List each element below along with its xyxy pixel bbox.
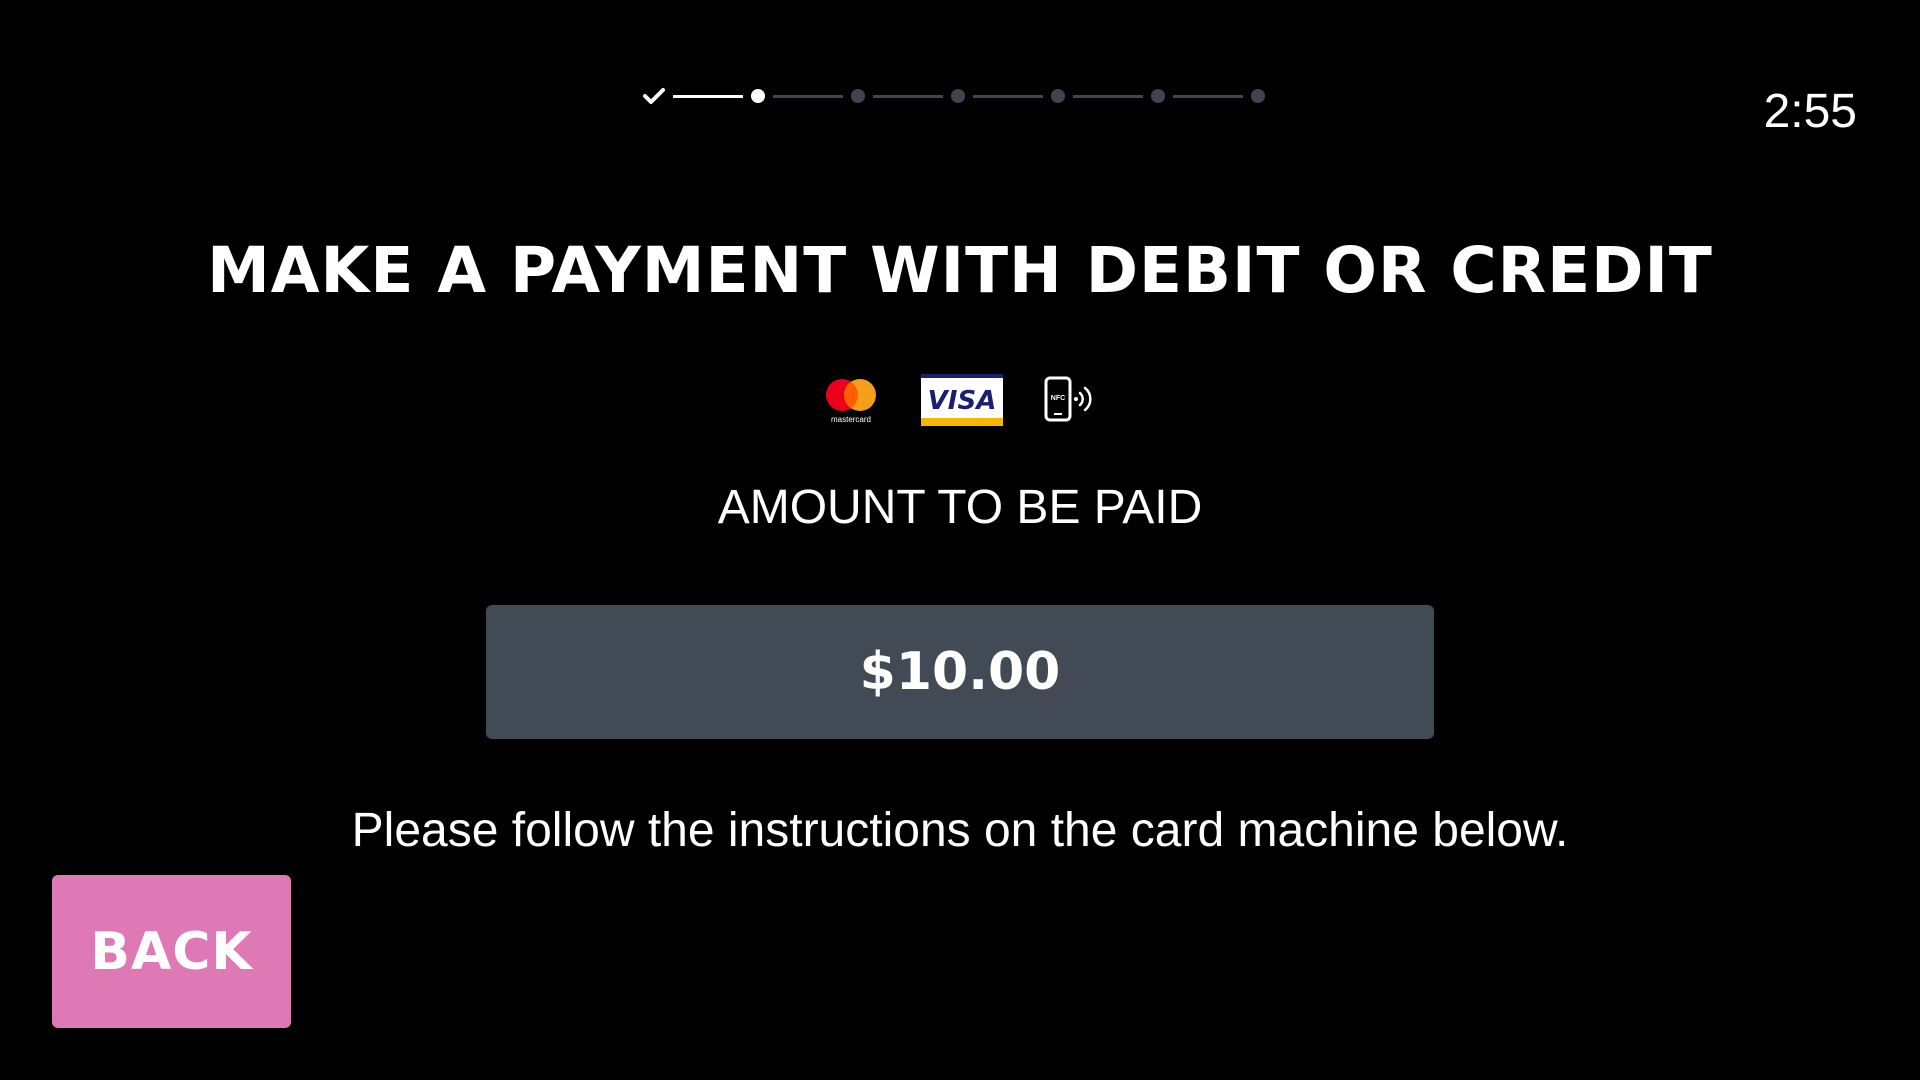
amount-label: AMOUNT TO BE PAID [717,481,1203,534]
step-connector [673,94,743,98]
mastercard-logo-icon: mastercard [821,375,881,425]
mastercard-text: mastercard [831,415,871,424]
step-connector [1173,94,1243,98]
step-connector [873,94,943,98]
visa-logo-icon: VISA [921,374,1003,426]
step-dot [1251,89,1265,103]
step-dot [951,89,965,103]
payment-method-logos: mastercard VISA NFC [0,374,1920,426]
payment-screen: 2:55 MAKE A PAYMENT WITH DEBIT OR CREDIT… [0,0,1920,1080]
page-title: MAKE A PAYMENT WITH DEBIT OR CREDIT [207,234,1713,307]
step-complete-check-icon [643,85,665,107]
step-dot [1151,89,1165,103]
amount-display: $10.00 [486,605,1434,739]
nfc-contactless-icon: NFC [1043,375,1099,425]
step-connector [773,94,843,98]
back-button-label: BACK [90,921,253,982]
step-dot [851,89,865,103]
step-connector [1073,94,1143,98]
instruction-text: Please follow the instructions on the ca… [351,804,1569,857]
amount-value: $10.00 [859,642,1061,702]
step-connector [973,94,1043,98]
progress-stepper [643,83,1265,109]
countdown-timer: 2:55 [1763,85,1857,138]
nfc-text: NFC [1051,395,1065,402]
step-dot [1051,89,1065,103]
back-button[interactable]: BACK [52,875,291,1028]
visa-text: VISA [928,386,997,416]
step-dot-current [751,89,765,103]
